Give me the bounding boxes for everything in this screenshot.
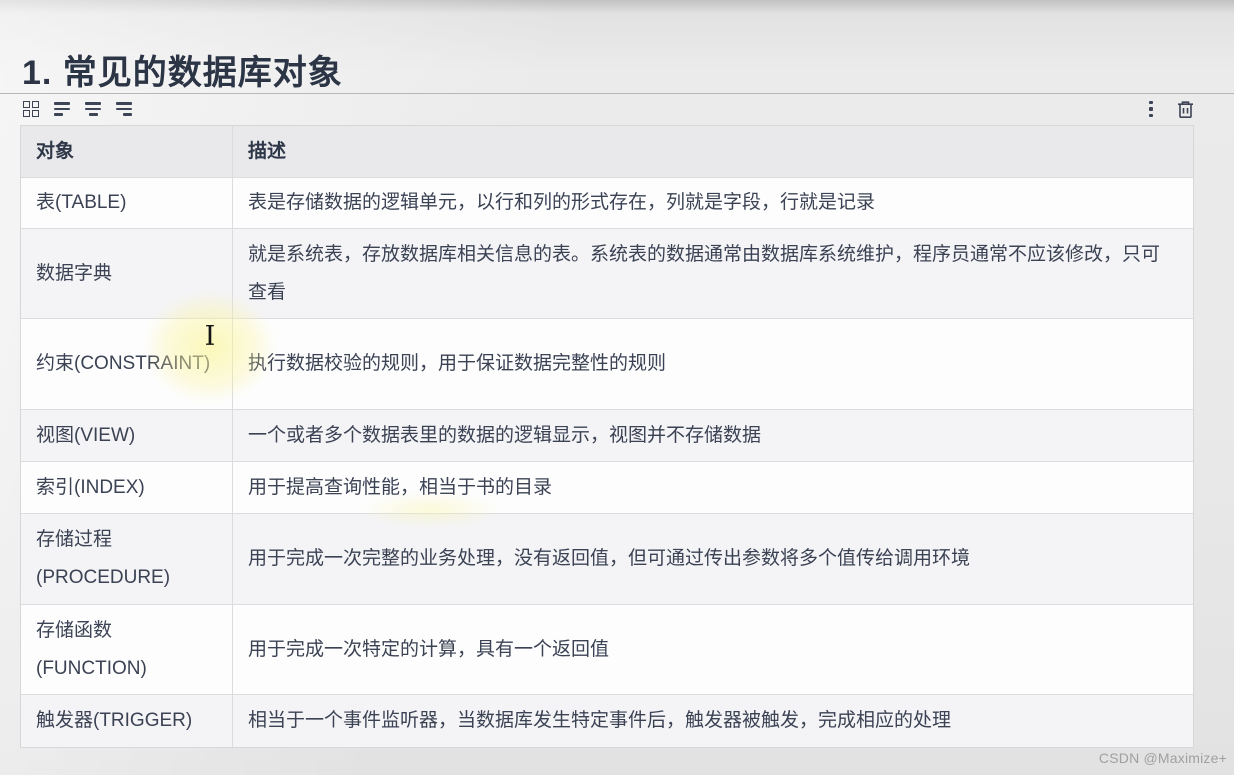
table-row: 触发器(TRIGGER) 相当于一个事件监听器，当数据库发生特定事件后，触发器被… (21, 694, 1193, 747)
grid-icon[interactable] (21, 99, 41, 119)
object-cell[interactable]: 索引(INDEX) (21, 462, 233, 513)
table-row: 数据字典 就是系统表，存放数据库相关信息的表。系统表的数据通常由数据库系统维护，… (21, 228, 1193, 318)
column-header-object: 对象 (21, 126, 233, 177)
object-cell[interactable]: 存储函数(FUNCTION) (21, 605, 233, 694)
object-cell[interactable]: 表(TABLE) (21, 178, 233, 228)
trash-icon[interactable] (1175, 99, 1195, 119)
kebab-menu-icon[interactable] (1141, 99, 1161, 119)
description-cell[interactable]: 就是系统表，存放数据库相关信息的表。系统表的数据通常由数据库系统维护，程序员通常… (233, 229, 1193, 318)
toolbar-right-group (1141, 94, 1195, 124)
description-cell[interactable]: 用于提高查询性能，相当于书的目录 (233, 462, 1193, 513)
object-cell[interactable]: 数据字典 (21, 229, 233, 318)
toolbar-left-group (21, 99, 134, 119)
page-title: 1. 常见的数据库对象 (22, 53, 343, 92)
description-cell[interactable]: 执行数据校验的规则，用于保证数据完整性的规则 (233, 319, 1193, 409)
table-row: 存储过程(PROCEDURE) 用于完成一次完整的业务处理，没有返回值，但可通过… (21, 513, 1193, 604)
align-right-icon[interactable] (114, 99, 134, 119)
table-row: 约束(CONSTRAINT) 执行数据校验的规则，用于保证数据完整性的规则 (21, 318, 1193, 409)
table-row: 视图(VIEW) 一个或者多个数据表里的数据的逻辑显示，视图并不存储数据 (21, 409, 1193, 461)
object-cell[interactable]: 存储过程(PROCEDURE) (21, 514, 233, 604)
description-cell[interactable]: 用于完成一次特定的计算，具有一个返回值 (233, 605, 1193, 694)
table-header-row: 对象 描述 (21, 126, 1193, 177)
description-cell[interactable]: 相当于一个事件监听器，当数据库发生特定事件后，触发器被触发，完成相应的处理 (233, 695, 1193, 747)
object-cell[interactable]: 视图(VIEW) (21, 410, 233, 461)
description-cell[interactable]: 用于完成一次完整的业务处理，没有返回值，但可通过传出参数将多个值传给调用环境 (233, 514, 1193, 604)
table-row: 存储函数(FUNCTION) 用于完成一次特定的计算，具有一个返回值 (21, 604, 1193, 694)
object-cell[interactable]: 约束(CONSTRAINT) (21, 319, 233, 409)
watermark: CSDN @Maximize+ (1098, 750, 1227, 766)
table-toolbar (0, 94, 1234, 124)
column-header-description: 描述 (248, 140, 287, 162)
description-cell[interactable]: 一个或者多个数据表里的数据的逻辑显示，视图并不存储数据 (233, 410, 1193, 461)
object-cell[interactable]: 触发器(TRIGGER) (21, 695, 233, 747)
table-row: 表(TABLE) 表是存储数据的逻辑单元，以行和列的形式存在，列就是字段，行就是… (21, 177, 1193, 228)
database-objects-table: 对象 描述 表(TABLE) 表是存储数据的逻辑单元，以行和列的形式存在，列就是… (20, 125, 1194, 748)
align-left-icon[interactable] (52, 99, 72, 119)
align-center-icon[interactable] (83, 99, 103, 119)
table-row: 索引(INDEX) 用于提高查询性能，相当于书的目录 (21, 461, 1193, 513)
description-cell[interactable]: 表是存储数据的逻辑单元，以行和列的形式存在，列就是字段，行就是记录 (233, 178, 1193, 228)
